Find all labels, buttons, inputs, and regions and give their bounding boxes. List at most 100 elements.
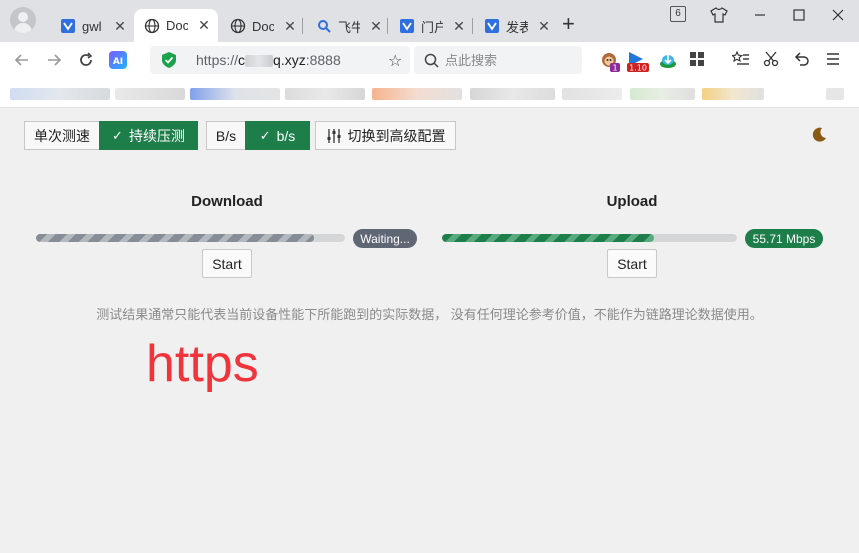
bookmark-item[interactable] xyxy=(470,88,555,100)
check-icon: ✓ xyxy=(259,127,271,143)
maximize-icon[interactable] xyxy=(787,6,811,24)
tab-6[interactable]: 发表 ✕ xyxy=(474,10,552,42)
tab-1-label: gwl xyxy=(82,18,102,34)
monkey-extension-icon[interactable]: 1 xyxy=(600,51,620,73)
skin-icon[interactable] xyxy=(707,6,731,24)
dark-mode-moon-icon[interactable] xyxy=(810,126,828,144)
upload-speed-badge: 55.71 Mbps xyxy=(745,229,823,248)
download-progress-fill xyxy=(36,234,315,242)
redacted-host-block xyxy=(245,55,274,68)
upload-progress-bar xyxy=(442,234,737,242)
close-icon[interactable]: ✕ xyxy=(282,18,298,35)
bookmark-item[interactable] xyxy=(190,88,280,100)
shield-icon xyxy=(160,51,178,69)
address-bar[interactable]: https://c q.xyz:8888 xyxy=(150,46,410,74)
address-text[interactable]: https://c q.xyz:8888 xyxy=(196,52,341,68)
download-start-button[interactable]: Start xyxy=(202,249,252,278)
upload-title: Upload xyxy=(606,193,658,210)
reload-icon[interactable] xyxy=(76,50,96,70)
bookmark-item[interactable] xyxy=(372,88,462,100)
download-title: Download xyxy=(191,193,263,210)
unit-bits-label: b/s xyxy=(276,127,296,144)
tab-2-active[interactable]: Doc ✕ xyxy=(134,9,218,42)
close-icon[interactable]: ✕ xyxy=(368,18,384,35)
download-manager-icon[interactable] xyxy=(658,51,678,71)
bookmark-star-icon[interactable]: ☆ xyxy=(388,51,402,71)
search-box[interactable] xyxy=(414,46,582,74)
continuous-test-button[interactable]: ✓ 持续压测 xyxy=(99,121,198,150)
window-close-icon[interactable] xyxy=(826,6,850,24)
advanced-config-label: 切换到高级配置 xyxy=(347,127,446,144)
undo-icon[interactable] xyxy=(794,51,814,71)
search-input[interactable] xyxy=(445,52,565,68)
tab-strip: gwl ✕ Doc ✕ Doc ✕ 飞牛 ✕ 门户 ✕ 发表 ✕ + 6 xyxy=(0,0,859,42)
check-icon: ✓ xyxy=(112,127,123,143)
bookmark-item[interactable] xyxy=(702,88,764,100)
download-progress-bar xyxy=(36,234,345,242)
unit-bits-button[interactable]: ✓ b/s xyxy=(245,121,310,150)
profile-avatar[interactable] xyxy=(10,7,36,33)
forward-icon[interactable] xyxy=(44,50,64,70)
speedtest-page: 单次测速 ✓ 持续压测 B/s ✓ b/s 切换到高级配置 Download W… xyxy=(0,108,859,553)
download-status-badge: Waiting... xyxy=(353,229,417,248)
url-host-suffix: q.xyz xyxy=(273,52,306,68)
tab-count-badge[interactable]: 6 xyxy=(670,6,686,22)
upload-progress-fill xyxy=(442,234,655,242)
upload-start-button[interactable]: Start xyxy=(607,249,657,278)
url-scheme: https:// xyxy=(196,52,239,68)
blue-tag-icon xyxy=(399,18,415,34)
browser-toolbar: AI https://c q.xyz:8888 ☆ 1 1.10 xyxy=(0,42,859,78)
extension-badge-2: 1.10 xyxy=(629,64,647,73)
sliders-icon xyxy=(326,128,342,144)
bookmark-item[interactable] xyxy=(630,88,695,100)
tab-3[interactable]: Doc ✕ xyxy=(220,10,298,42)
avatar-head xyxy=(18,12,28,22)
search-icon xyxy=(316,18,332,34)
close-icon[interactable]: ✕ xyxy=(451,18,467,35)
tab-3-label: Doc xyxy=(252,18,274,34)
bookmarks-bar xyxy=(0,78,859,108)
tab-4[interactable]: 飞牛 ✕ xyxy=(306,10,384,42)
new-tab-button[interactable]: + xyxy=(562,13,575,35)
tab-separator xyxy=(472,18,473,34)
tab-separator xyxy=(387,18,388,34)
advanced-config-button[interactable]: 切换到高级配置 xyxy=(315,121,456,150)
unit-bytes-button[interactable]: B/s xyxy=(206,121,246,150)
favorites-list-icon[interactable] xyxy=(730,50,752,71)
tab-1[interactable]: gwl ✕ xyxy=(50,10,128,42)
tab-separator xyxy=(302,18,303,34)
globe-icon xyxy=(230,18,246,34)
bookmark-item[interactable] xyxy=(562,88,622,100)
back-icon[interactable] xyxy=(12,50,32,70)
close-icon[interactable]: ✕ xyxy=(112,18,128,35)
minimize-icon[interactable] xyxy=(748,6,772,24)
close-icon[interactable]: ✕ xyxy=(196,17,212,34)
bookmark-item[interactable] xyxy=(826,88,844,100)
bookmark-item[interactable] xyxy=(285,88,365,100)
ai-assistant-icon[interactable]: AI xyxy=(108,50,128,70)
bookmark-item[interactable] xyxy=(10,88,110,100)
avatar-body xyxy=(14,23,32,33)
tab-2-label: Doc xyxy=(166,18,188,33)
tab-5-label: 门户 xyxy=(421,19,443,35)
blue-tag-icon xyxy=(484,18,500,34)
globe-icon xyxy=(144,18,160,34)
https-annotation: https xyxy=(146,335,259,393)
apps-grid-icon[interactable] xyxy=(689,51,709,71)
close-icon[interactable]: ✕ xyxy=(536,18,552,35)
blue-tag-icon xyxy=(60,18,76,34)
search-icon xyxy=(424,53,439,68)
continuous-test-label: 持续压测 xyxy=(128,127,185,144)
scissors-icon[interactable] xyxy=(763,51,783,71)
tab-5[interactable]: 门户 ✕ xyxy=(389,10,467,42)
ai-label: AI xyxy=(113,57,123,67)
single-test-button[interactable]: 单次测速 xyxy=(24,121,100,150)
bookmark-item[interactable] xyxy=(115,88,185,100)
url-host-prefix: c xyxy=(238,52,246,68)
tab-4-label: 飞牛 xyxy=(338,19,360,35)
disclaimer-text: 测试结果通常只能代表当前设备性能下所能跑到的实际数据， 没有任何理论参考价值，不… xyxy=(96,307,763,322)
media-extension-icon[interactable]: 1.10 xyxy=(626,51,652,73)
tab-6-label: 发表 xyxy=(506,19,528,35)
menu-icon[interactable] xyxy=(825,51,845,71)
extension-badge-1: 1 xyxy=(612,64,617,73)
